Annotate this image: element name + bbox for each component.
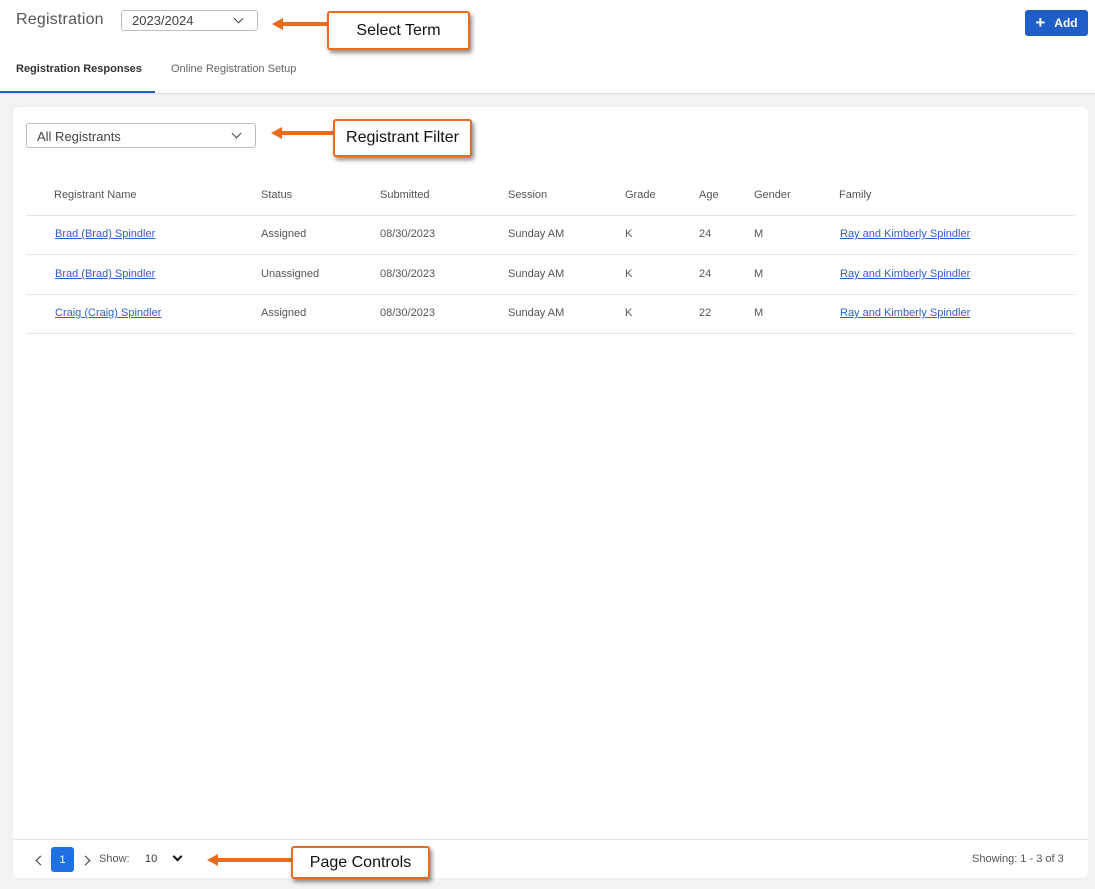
grade-cell: K <box>625 228 633 240</box>
page-title: Registration <box>16 11 104 28</box>
row-divider <box>26 333 1075 334</box>
column-header-age[interactable]: Age <box>699 189 719 201</box>
age-cell: 24 <box>699 268 712 280</box>
active-tab-indicator <box>0 91 155 93</box>
session-cell: Sunday AM <box>508 268 565 280</box>
registrant-name-link[interactable]: Craig (Craig) Spindler <box>55 307 161 319</box>
registrant-filter-value: All Registrants <box>37 129 121 144</box>
family-link[interactable]: Ray and Kimberly Spindler <box>840 228 970 240</box>
top-bar: Registration 2023/2024 + Add Registratio… <box>0 0 1095 94</box>
tab-online-registration-setup[interactable]: Online Registration Setup <box>171 63 296 75</box>
page-button-current[interactable]: 1 <box>51 847 74 872</box>
column-header-status[interactable]: Status <box>261 189 292 201</box>
submitted-cell: 08/30/2023 <box>380 228 436 240</box>
column-header-family[interactable]: Family <box>839 189 871 201</box>
callout-arrow <box>280 131 335 135</box>
registrant-filter-select[interactable]: All Registrants <box>26 123 256 148</box>
age-cell: 22 <box>699 307 712 319</box>
submitted-cell: 08/30/2023 <box>380 268 436 280</box>
column-header-grade[interactable]: Grade <box>625 189 656 201</box>
column-header-registrant-name[interactable]: Registrant Name <box>54 189 137 201</box>
family-link[interactable]: Ray and Kimberly Spindler <box>840 307 970 319</box>
callout-select-term: Select Term <box>327 11 470 50</box>
submitted-cell: 08/30/2023 <box>380 307 436 319</box>
page-size-label: Show: <box>99 853 130 865</box>
footer-divider <box>13 839 1088 840</box>
registrant-name-link[interactable]: Brad (Brad) Spindler <box>55 268 155 280</box>
header-divider <box>26 215 1075 216</box>
age-cell: 24 <box>699 228 712 240</box>
gender-cell: M <box>754 228 764 240</box>
add-button-label: Add <box>1054 16 1078 30</box>
callout-registrant-filter: Registrant Filter <box>333 119 472 157</box>
term-select[interactable]: 2023/2024 <box>121 10 258 31</box>
add-button[interactable]: + Add <box>1025 10 1088 36</box>
registrant-name-link[interactable]: Brad (Brad) Spindler <box>55 228 155 240</box>
family-link[interactable]: Ray and Kimberly Spindler <box>840 268 970 280</box>
column-header-gender[interactable]: Gender <box>754 189 791 201</box>
session-cell: Sunday AM <box>508 228 565 240</box>
status-cell: Assigned <box>261 228 307 240</box>
grade-cell: K <box>625 307 633 319</box>
column-header-session[interactable]: Session <box>508 189 547 201</box>
chevron-down-icon <box>233 13 244 24</box>
callout-arrow <box>281 22 329 26</box>
registrations-card: All Registrants Registrant Name Status S… <box>13 107 1088 878</box>
page-size-value[interactable]: 10 <box>145 853 157 865</box>
callout-arrow <box>216 858 293 862</box>
term-select-value: 2023/2024 <box>132 13 194 28</box>
callout-page-controls: Page Controls <box>291 846 430 879</box>
showing-count: Showing: 1 - 3 of 3 <box>972 853 1064 865</box>
gender-cell: M <box>754 307 764 319</box>
session-cell: Sunday AM <box>508 307 565 319</box>
chevron-right-icon[interactable] <box>80 855 91 866</box>
gender-cell: M <box>754 268 764 280</box>
grade-cell: K <box>625 268 633 280</box>
status-cell: Assigned <box>261 307 307 319</box>
status-cell: Unassigned <box>261 268 320 280</box>
chevron-left-icon[interactable] <box>35 855 46 866</box>
tab-registration-responses[interactable]: Registration Responses <box>16 63 142 75</box>
row-divider <box>26 254 1075 255</box>
chevron-down-icon <box>231 128 242 139</box>
row-divider <box>26 294 1075 295</box>
chevron-down-icon[interactable] <box>172 851 183 862</box>
plus-icon: + <box>1035 12 1046 32</box>
column-header-submitted[interactable]: Submitted <box>380 189 430 201</box>
